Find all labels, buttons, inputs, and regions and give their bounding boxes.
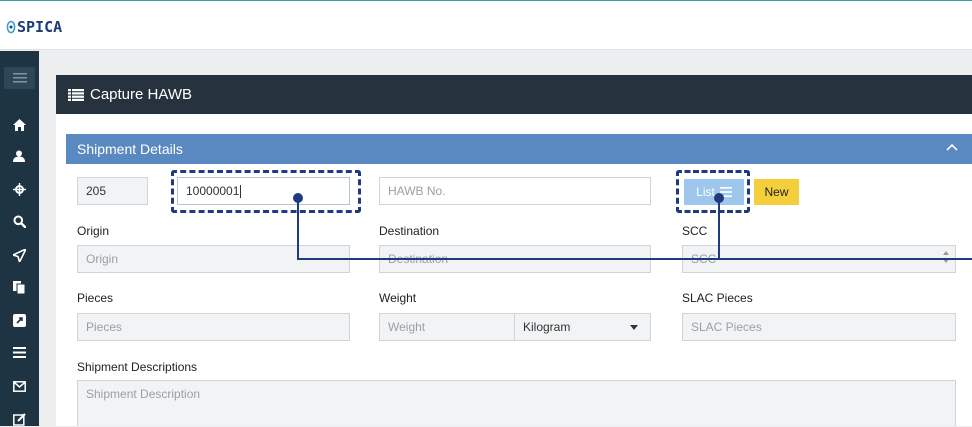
shipment-description-placeholder: Shipment Description <box>86 387 201 401</box>
pieces-placeholder: Pieces <box>86 320 123 334</box>
shipment-details-header[interactable]: Shipment Details <box>66 134 972 164</box>
weight-unit-value: Kilogram <box>523 320 571 334</box>
scc-label: SCC <box>682 224 708 238</box>
envelope-icon[interactable] <box>11 378 27 394</box>
destination-field[interactable]: Destination <box>379 245 651 273</box>
pieces-label: Pieces <box>77 291 114 305</box>
user-icon[interactable] <box>11 148 27 164</box>
menu-toggle-button[interactable] <box>4 67 35 89</box>
caret-down-icon <box>630 325 638 330</box>
list-icon[interactable] <box>11 344 27 360</box>
slac-pieces-field[interactable]: SLAC Pieces <box>682 313 956 341</box>
documents-icon[interactable] <box>11 279 27 295</box>
awb-prefix-field[interactable]: 205 <box>77 177 148 205</box>
search-icon[interactable] <box>11 213 27 229</box>
list-annotation-dot <box>714 193 724 203</box>
edit-icon[interactable] <box>11 411 27 427</box>
section-title: Shipment Details <box>77 141 183 157</box>
hawb-number-field[interactable]: HAWB No. <box>379 177 651 205</box>
awb-annotation-dot <box>293 193 303 203</box>
spica-logo[interactable]: SPICA <box>6 17 62 37</box>
origin-placeholder: Origin <box>86 252 119 266</box>
external-link-icon[interactable] <box>11 312 27 328</box>
weight-field[interactable]: Weight <box>379 313 515 341</box>
new-button-label: New <box>764 185 789 199</box>
home-icon[interactable] <box>11 117 27 133</box>
weight-label: Weight <box>379 291 417 305</box>
awb-highlight-box <box>171 170 361 213</box>
slac-pieces-placeholder: SLAC Pieces <box>691 320 762 334</box>
new-button[interactable]: New <box>754 179 799 205</box>
sidebar <box>0 51 39 426</box>
scc-field[interactable]: SCC <box>682 245 956 273</box>
weight-unit-select[interactable]: Kilogram <box>514 313 651 341</box>
send-icon[interactable] <box>11 247 27 263</box>
page-header: Capture HAWB <box>56 75 972 114</box>
crosshair-icon[interactable] <box>11 181 27 197</box>
hawb-number-placeholder: HAWB No. <box>388 184 446 198</box>
list-highlight-box <box>676 170 750 213</box>
weight-placeholder: Weight <box>388 320 426 334</box>
chevron-up-icon[interactable] <box>946 143 958 151</box>
destination-label: Destination <box>379 224 440 238</box>
scc-placeholder: SCC <box>691 252 717 266</box>
hamburger-icon <box>12 73 27 83</box>
pieces-field[interactable]: Pieces <box>77 313 350 341</box>
origin-label: Origin <box>77 224 110 238</box>
logo-text: SPICA <box>17 18 63 36</box>
origin-field[interactable]: Origin <box>77 245 350 273</box>
logo-mark-icon <box>6 20 16 34</box>
destination-placeholder: Destination <box>388 252 449 266</box>
top-bar: SPICA <box>0 0 972 50</box>
scc-spinner[interactable] <box>943 251 949 263</box>
awb-prefix-value: 205 <box>86 184 107 198</box>
page-title: Capture HAWB <box>90 86 192 103</box>
shipment-description-field[interactable]: Shipment Description <box>77 380 956 426</box>
list-icon <box>68 88 84 101</box>
shipment-descriptions-label: Shipment Descriptions <box>77 360 198 374</box>
slac-pieces-label: SLAC Pieces <box>682 291 753 305</box>
